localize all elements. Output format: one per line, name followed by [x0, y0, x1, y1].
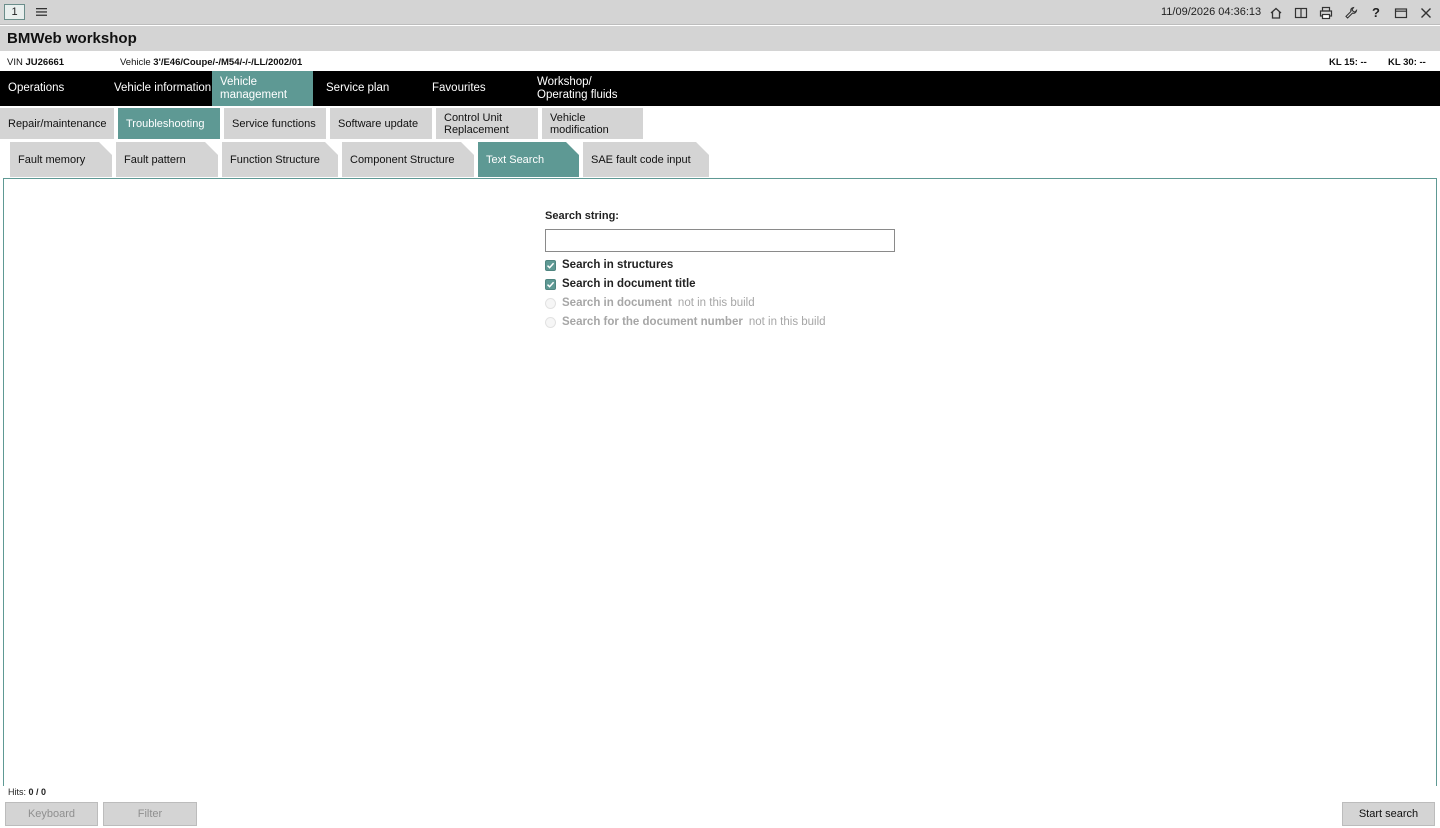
option-search-document-number: Search for the document number not in th…	[545, 314, 826, 330]
tab-function-structure[interactable]: Function Structure	[222, 142, 338, 177]
datetime-display: 11/09/2026 04:36:13	[1161, 6, 1262, 18]
nav-operations[interactable]: Operations	[0, 71, 106, 106]
option-note: not in this build	[748, 316, 826, 328]
help-icon[interactable]: ?	[1367, 4, 1385, 21]
text-search-panel	[3, 178, 1437, 786]
checkbox-checked-icon[interactable]	[545, 278, 556, 290]
option-search-in-document-title[interactable]: Search in document title	[545, 276, 696, 292]
nav-workshop-operating-fluids[interactable]: Workshop/ Operating fluids	[529, 71, 629, 106]
tab-component-structure[interactable]: Component Structure	[342, 142, 474, 177]
radio-disabled-icon	[545, 297, 556, 309]
hits-counter: Hits: 0 / 0	[8, 787, 47, 797]
window-restore-icon[interactable]	[1392, 4, 1410, 21]
vehicle-info-row: VIN JU26661 Vehicle 3'/E46/Coupe/-/M54/-…	[0, 52, 1440, 71]
subnav-control-unit-replacement[interactable]: Control Unit Replacement	[436, 108, 538, 139]
hamburger-menu-icon[interactable]	[34, 5, 50, 19]
app-title: BMWeb workshop	[7, 30, 137, 47]
home-icon[interactable]	[1267, 4, 1285, 21]
option-search-in-structures[interactable]: Search in structures	[545, 257, 673, 273]
option-label: Search in structures	[562, 259, 674, 271]
wrench-icon[interactable]	[1342, 4, 1360, 21]
nav-vehicle-management[interactable]: Vehicle management	[212, 71, 313, 106]
subnav-software-update[interactable]: Software update	[330, 108, 432, 139]
vehicle-description: Vehicle 3'/E46/Coupe/-/M54/-/-/LL/2002/0…	[120, 57, 303, 68]
close-icon[interactable]	[1417, 4, 1435, 21]
checkbox-checked-icon[interactable]	[545, 259, 556, 271]
subnav-troubleshooting[interactable]: Troubleshooting	[118, 108, 220, 139]
search-string-input[interactable]	[545, 229, 895, 252]
filter-button[interactable]: Filter	[103, 802, 197, 826]
option-label: Search in document	[562, 297, 672, 309]
option-label: Search in document title	[562, 278, 696, 290]
subnav-service-functions[interactable]: Service functions	[224, 108, 326, 139]
vin-display: VIN JU26661	[7, 57, 65, 68]
subnav-repair-maintenance[interactable]: Repair/maintenance	[0, 108, 114, 139]
main-navigation: Operations Vehicle information Vehicle m…	[0, 71, 1440, 106]
tab-text-search[interactable]: Text Search	[478, 142, 579, 177]
keyboard-button[interactable]: Keyboard	[5, 802, 98, 826]
nav-vehicle-information[interactable]: Vehicle information	[106, 71, 212, 106]
kl15-status: KL 15: --	[1329, 57, 1367, 68]
kl30-status: KL 30: --	[1388, 57, 1426, 68]
option-search-in-document: Search in document not in this build	[545, 295, 755, 311]
tab-fault-memory[interactable]: Fault memory	[10, 142, 112, 177]
nav-service-plan[interactable]: Service plan	[318, 71, 418, 106]
subnav-vehicle-modification[interactable]: Vehicle modification	[542, 108, 643, 139]
radio-disabled-icon	[545, 316, 556, 328]
app-title-bar: BMWeb workshop	[0, 26, 1440, 51]
start-search-button[interactable]: Start search	[1342, 802, 1435, 826]
tab-sae-fault-code-input[interactable]: SAE fault code input	[583, 142, 709, 177]
search-string-label: Search string:	[545, 210, 619, 222]
option-label: Search for the document number	[562, 316, 743, 328]
system-bar: 1 11/09/2026 04:36:13 ?	[0, 0, 1440, 25]
split-view-icon[interactable]	[1292, 4, 1310, 21]
tab-fault-pattern[interactable]: Fault pattern	[116, 142, 218, 177]
nav-favourites[interactable]: Favourites	[424, 71, 524, 106]
print-icon[interactable]	[1317, 4, 1335, 21]
window-number-button[interactable]: 1	[4, 4, 25, 20]
option-note: not in this build	[677, 297, 755, 309]
